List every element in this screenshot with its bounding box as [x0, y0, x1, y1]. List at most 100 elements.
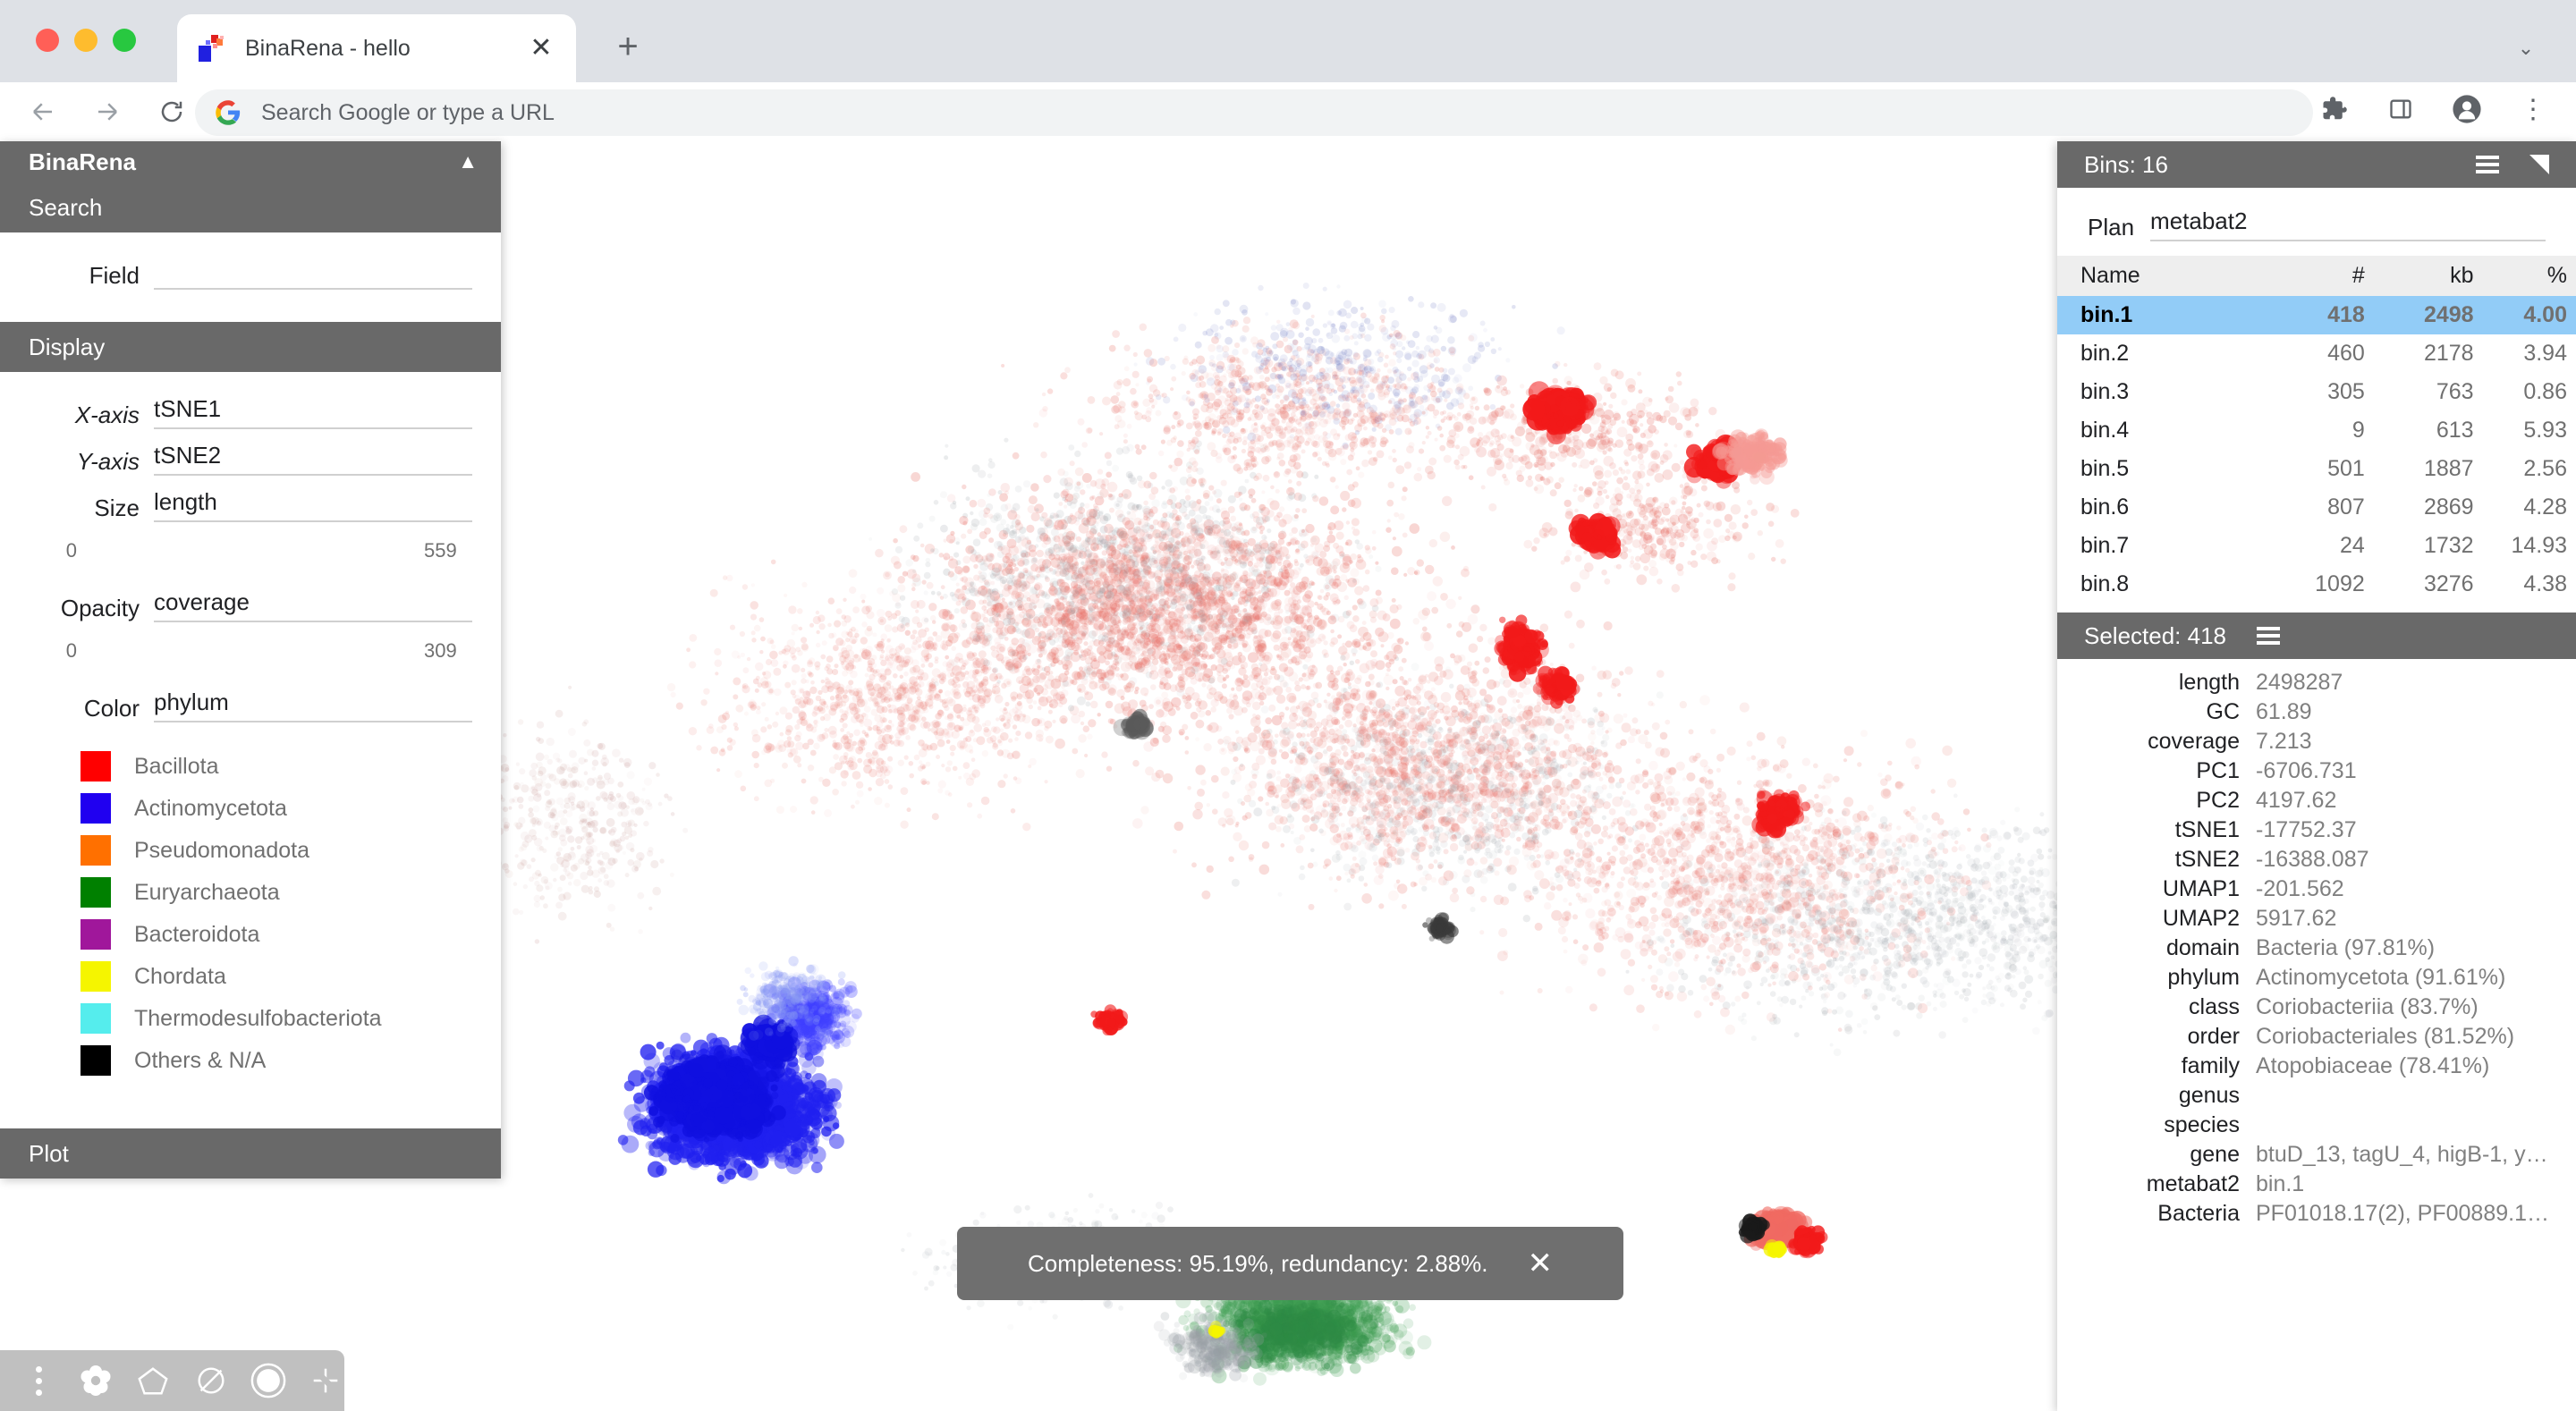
size-select[interactable]: length — [154, 488, 472, 522]
y-axis-select[interactable]: tSNE2 — [154, 442, 472, 476]
table-row[interactable]: bin.6 807 2869 4.28 — [2057, 488, 2576, 527]
minimize-window-button[interactable] — [74, 29, 97, 52]
bins-menu-icon[interactable] — [2476, 156, 2499, 173]
flower-icon[interactable] — [77, 1358, 114, 1403]
column-header-kb[interactable]: kb — [2373, 256, 2483, 296]
legend-item[interactable]: Euryarchaeota — [80, 877, 501, 908]
extensions-icon[interactable] — [2315, 89, 2354, 129]
circle-slash-icon[interactable] — [192, 1358, 230, 1403]
legend-label: Pseudomonadota — [134, 838, 309, 864]
bin-n-cell: 418 — [2285, 296, 2374, 334]
bin-pct-cell: 0.86 — [2483, 373, 2576, 411]
legend-label: Bacteroidota — [134, 922, 259, 948]
close-window-button[interactable] — [36, 29, 59, 52]
side-panel-icon[interactable] — [2381, 89, 2420, 129]
column-header-count[interactable]: # — [2285, 256, 2374, 296]
selected-menu-icon[interactable] — [2257, 627, 2281, 645]
more-vertical-icon[interactable] — [20, 1358, 57, 1403]
detail-value: 61.89 — [2256, 699, 2556, 725]
address-bar-input[interactable]: Search Google or type a URL — [261, 100, 555, 126]
legend-item[interactable]: Thermodesulfobacteriota — [80, 1003, 501, 1034]
bin-pct-cell: 4.28 — [2483, 488, 2576, 527]
window-controls[interactable] — [36, 29, 136, 52]
chevron-up-icon[interactable]: ▲ — [458, 150, 478, 173]
color-row: Color phylum — [0, 689, 501, 722]
detail-row: PC2 4197.62 — [2057, 788, 2576, 814]
bin-name-cell: bin.3 — [2057, 373, 2285, 411]
legend-item[interactable]: Actinomycetota — [80, 793, 501, 824]
search-field-row: Field — [0, 256, 501, 290]
legend-item[interactable]: Pseudomonadota — [80, 835, 501, 866]
size-slider[interactable] — [89, 537, 411, 565]
bin-n-cell: 305 — [2285, 373, 2374, 411]
detail-key: family — [2057, 1053, 2256, 1079]
profile-avatar-icon[interactable] — [2447, 89, 2487, 129]
browser-tab[interactable]: BinaRena - hello ✕ — [177, 14, 576, 82]
legend-item[interactable]: Chordata — [80, 961, 501, 992]
plot-section-label: Plot — [29, 1140, 69, 1168]
legend-item[interactable]: Others & N/A — [80, 1045, 501, 1076]
browser-menu-icon[interactable]: ⋮ — [2513, 89, 2553, 129]
sidebar-section-display[interactable]: Display — [0, 322, 501, 372]
new-tab-button[interactable]: + — [608, 27, 648, 66]
detail-row: UMAP2 5917.62 — [2057, 906, 2576, 932]
plan-select[interactable]: metabat2 — [2150, 207, 2546, 241]
table-row[interactable]: bin.1 418 2498 4.00 — [2057, 296, 2576, 334]
table-row[interactable]: bin.3 305 763 0.86 — [2057, 373, 2576, 411]
opacity-select[interactable]: coverage — [154, 588, 472, 622]
legend-color-swatch — [80, 751, 111, 782]
detail-row: gene btuD_13, tagU_4, higB-1, yedJ… — [2057, 1142, 2576, 1168]
sidebar-title-bar[interactable]: BinaRena ▲ — [0, 141, 501, 182]
forward-button[interactable] — [86, 90, 129, 133]
bin-name-cell: bin.8 — [2057, 565, 2285, 604]
table-row[interactable]: bin.4 9 613 5.93 — [2057, 411, 2576, 450]
table-row[interactable]: bin.2 460 2178 3.94 — [2057, 334, 2576, 373]
color-select[interactable]: phylum — [154, 689, 472, 722]
address-bar[interactable]: Search Google or type a URL — [195, 89, 2313, 136]
legend-label: Chordata — [134, 964, 226, 990]
detail-value: PF01018.17(2), PF00889.14(2… — [2256, 1201, 2556, 1227]
detail-key: genus — [2057, 1083, 2256, 1109]
x-axis-select[interactable]: tSNE1 — [154, 395, 472, 429]
maximize-window-button[interactable] — [113, 29, 136, 52]
toolbar-actions: ⋮ — [2315, 89, 2553, 129]
sidebar-section-search[interactable]: Search — [0, 182, 501, 232]
detail-key: metabat2 — [2057, 1171, 2256, 1197]
opacity-slider-max: 309 — [411, 639, 479, 663]
bins-collapse-icon[interactable] — [2529, 155, 2549, 174]
table-row[interactable]: bin.5 501 1887 2.56 — [2057, 450, 2576, 488]
detail-row: domain Bacteria (97.81%) — [2057, 935, 2576, 961]
search-field-label: Field — [29, 262, 154, 290]
pentagon-icon[interactable] — [134, 1358, 172, 1403]
ring-icon[interactable] — [250, 1358, 287, 1403]
bin-n-cell: 460 — [2285, 334, 2374, 373]
legend-item[interactable]: Bacillota — [80, 751, 501, 782]
display-body: X-axis tSNE1 Y-axis tSNE2 Size length 0 … — [0, 372, 501, 1128]
search-field-input[interactable] — [154, 256, 472, 290]
table-row[interactable]: bin.7 24 1732 14.93 — [2057, 527, 2576, 565]
bin-name-cell: bin.7 — [2057, 527, 2285, 565]
opacity-slider[interactable] — [89, 637, 411, 665]
column-header-pct[interactable]: % — [2482, 256, 2576, 296]
close-icon[interactable]: ✕ — [1528, 1248, 1554, 1279]
column-header-name[interactable]: Name — [2057, 256, 2286, 296]
legend-label: Thermodesulfobacteriota — [134, 1006, 382, 1032]
chevron-down-icon[interactable]: ⌄ — [2512, 34, 2540, 63]
detail-row: tSNE1 -17752.37 — [2057, 817, 2576, 843]
detail-value: -16388.087 — [2256, 847, 2556, 873]
detail-key: GC — [2057, 699, 2256, 725]
legend-item[interactable]: Bacteroidota — [80, 919, 501, 950]
x-axis-row: X-axis tSNE1 — [0, 395, 501, 429]
crosshair-icon[interactable] — [307, 1358, 344, 1403]
table-row[interactable]: bin.8 1092 3276 4.38 — [2057, 565, 2576, 604]
close-tab-button[interactable]: ✕ — [526, 33, 556, 63]
back-button[interactable] — [21, 90, 64, 133]
color-label: Color — [29, 695, 154, 722]
sidebar-section-plot[interactable]: Plot — [0, 1128, 501, 1179]
size-slider-min: 0 — [21, 539, 89, 562]
bin-pct-cell: 2.56 — [2483, 450, 2576, 488]
detail-key: coverage — [2057, 729, 2256, 755]
size-slider-row: 0 559 — [0, 537, 501, 565]
reload-button[interactable] — [150, 90, 193, 133]
bins-table: Name # kb % bin.1 418 2498 4.00 bin.2 460 2178… — [2057, 256, 2576, 604]
